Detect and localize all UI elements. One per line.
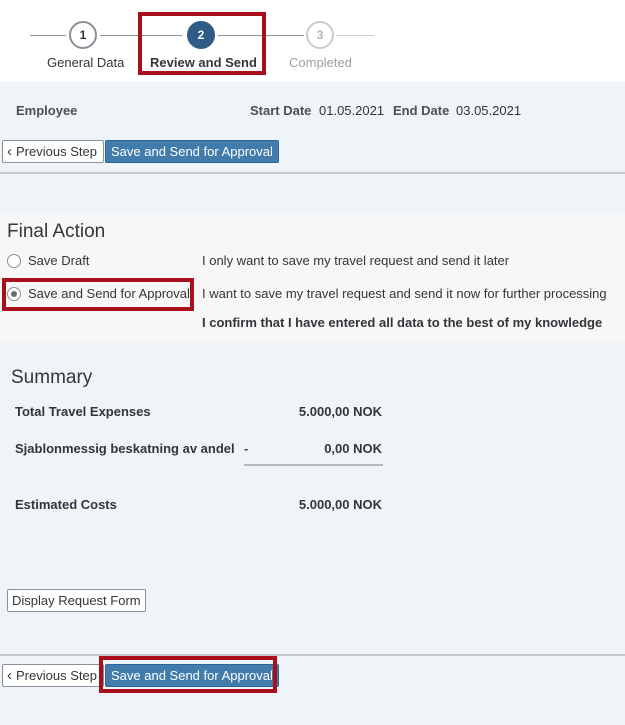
previous-step-label: Previous Step [16,668,97,683]
save-draft-description: I only want to save my travel request an… [202,253,510,268]
previous-step-button[interactable]: ‹ Previous Step [2,140,104,163]
wizard-connector [218,35,304,36]
end-date-value: 03.05.2021 [456,103,522,118]
summary-row-value: 5.000,00 NOK [298,404,382,419]
save-draft-radio[interactable] [7,254,21,268]
start-date-label: Start Date [250,103,312,118]
save-draft-label[interactable]: Save Draft [28,253,89,268]
wizard-step-1-circle[interactable]: 1 [69,21,97,49]
summary-title: Summary [11,367,93,388]
save-send-approval-radio[interactable] [7,287,21,301]
summary-row-operator: - [244,441,249,456]
previous-step-label: Previous Step [16,144,97,159]
save-send-approval-button-bottom[interactable]: Save and Send for Approval [105,664,279,687]
display-request-form-button[interactable]: Display Request Form [7,589,146,612]
end-date-label: End Date [393,103,450,118]
wizard-connector [30,35,66,36]
divider [0,654,625,656]
wizard-step-2-circle[interactable]: 2 [187,21,215,49]
chevron-left-icon: ‹ [7,143,12,160]
chevron-left-icon: ‹ [7,667,12,684]
summary-row-label: Estimated Costs [15,497,117,512]
wizard-step-1-label[interactable]: General Data [47,55,124,70]
wizard-step-2-label[interactable]: Review and Send [150,55,257,70]
summary-row-value: 0,00 NOK [324,441,382,456]
divider [0,172,625,174]
summary-subtotal-line [244,464,383,466]
confirmation-text: I confirm that I have entered all data t… [202,315,603,330]
wizard-step-3-circle: 3 [306,21,334,49]
previous-step-button-bottom[interactable]: ‹ Previous Step [2,664,104,687]
summary-row-label: Sjablonmessig beskatning av andel [15,441,235,456]
final-action-panel: Final Action Save Draft I only want to s… [0,213,625,342]
summary-row-label: Total Travel Expenses [15,404,151,419]
start-date-value: 01.05.2021 [319,103,385,118]
final-action-title: Final Action [7,221,106,242]
save-send-approval-option-label[interactable]: Save and Send for Approval [28,286,190,301]
save-send-approval-button[interactable]: Save and Send for Approval [105,140,279,163]
wizard-connector [336,35,374,36]
wizard-connector [100,35,182,36]
wizard-progress: 1 General Data 2 Review and Send 3 Compl… [0,0,625,82]
summary-row-value: 5.000,00 NOK [298,497,382,512]
employee-label: Employee [16,103,78,118]
save-send-approval-description: I want to save my travel request and sen… [202,286,607,301]
wizard-step-3-label: Completed [289,55,352,70]
